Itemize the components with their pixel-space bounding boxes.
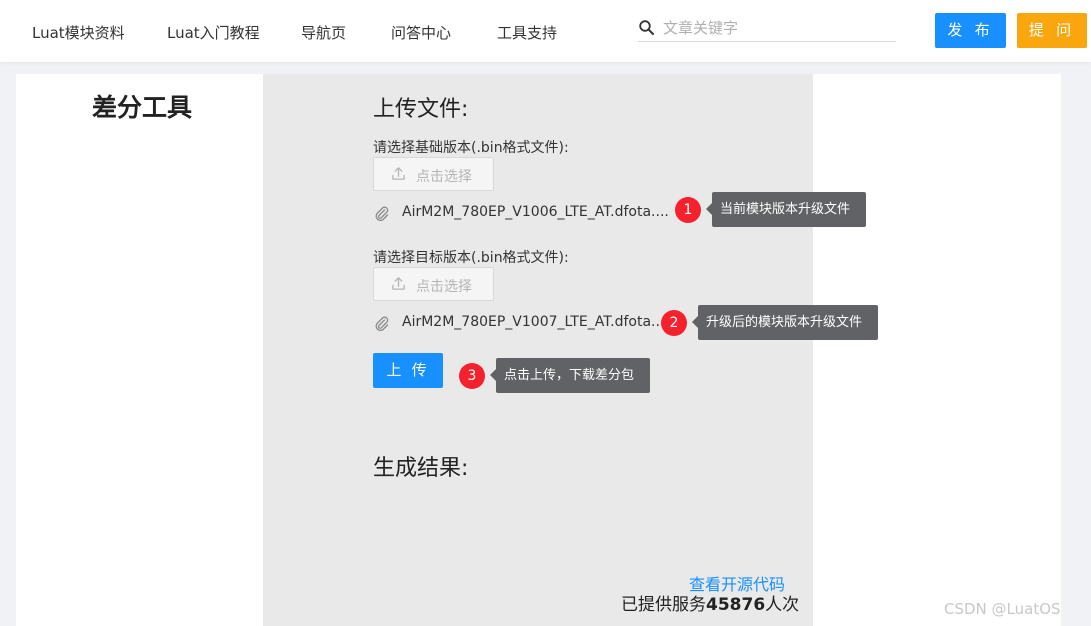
select-button-label: 点击选择 bbox=[416, 279, 472, 295]
nav-item-luat-module-docs[interactable]: Luat模块资料 bbox=[32, 22, 125, 43]
paperclip-icon bbox=[375, 206, 389, 222]
target-version-select-button[interactable]: 点击选择 bbox=[373, 267, 494, 301]
service-count-number: 45876 bbox=[706, 595, 766, 615]
annotation-tooltip-1: 当前模块版本升级文件 bbox=[706, 192, 866, 227]
search-icon[interactable] bbox=[638, 19, 656, 37]
nav-item-luat-tutorial[interactable]: Luat入门教程 bbox=[167, 22, 260, 43]
upload-icon bbox=[392, 167, 405, 180]
annotation-badge-1: 1 bbox=[675, 197, 701, 223]
target-version-label: 请选择目标版本(.bin格式文件): bbox=[373, 250, 569, 266]
left-panel bbox=[16, 74, 263, 626]
base-version-select-button[interactable]: 点击选择 bbox=[373, 157, 494, 191]
target-file-name: AirM2M_780EP_V1007_LTE_AT.dfota.... bbox=[402, 314, 669, 330]
nav-item-tool-support[interactable]: 工具支持 bbox=[497, 22, 557, 43]
nav-item-qa-center[interactable]: 问答中心 bbox=[391, 22, 451, 43]
publish-button[interactable]: 发 布 bbox=[935, 13, 1006, 48]
ask-question-button[interactable]: 提 问 bbox=[1017, 13, 1087, 48]
annotation-badge-3: 3 bbox=[459, 363, 485, 389]
upload-section-title: 上传文件: bbox=[373, 97, 469, 122]
watermark: CSDN @LuatOS bbox=[944, 600, 1061, 618]
base-file-name: AirM2M_780EP_V1006_LTE_AT.dfota.... bbox=[402, 204, 669, 220]
service-count-text: 已提供服务45876人次 bbox=[621, 590, 799, 615]
upload-icon bbox=[392, 277, 405, 290]
annotation-tooltip-3: 点击上传，下载差分包 bbox=[490, 358, 650, 393]
base-version-label: 请选择基础版本(.bin格式文件): bbox=[373, 140, 569, 156]
page-title: 差分工具 bbox=[92, 93, 193, 122]
search-box bbox=[638, 16, 896, 42]
search-input[interactable] bbox=[663, 16, 893, 40]
upload-button[interactable]: 上 传 bbox=[373, 353, 443, 388]
result-section-title: 生成结果: bbox=[373, 456, 469, 481]
nav-item-navigation[interactable]: 导航页 bbox=[301, 22, 346, 43]
annotation-tooltip-2: 升级后的模块版本升级文件 bbox=[692, 305, 878, 340]
select-button-label: 点击选择 bbox=[416, 169, 472, 185]
paperclip-icon bbox=[375, 316, 389, 332]
top-nav-bar: Luat模块资料 Luat入门教程 导航页 问答中心 工具支持 发 布 提 问 bbox=[0, 0, 1091, 62]
service-count-prefix: 已提供服务 bbox=[621, 595, 706, 615]
right-panel bbox=[813, 74, 1061, 626]
annotation-badge-2: 2 bbox=[661, 310, 687, 336]
service-count-suffix: 人次 bbox=[765, 595, 800, 615]
